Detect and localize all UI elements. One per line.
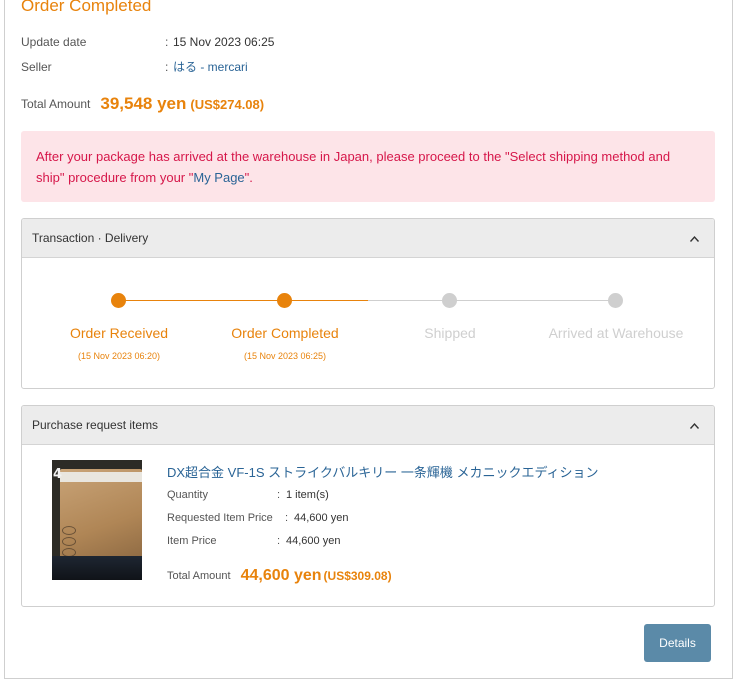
item-total-label: Total Amount (167, 570, 231, 582)
item-total-usd: (US$309.08) (323, 569, 392, 583)
order-total-row: Total Amount 39,548 yen (US$274.08) (21, 94, 264, 114)
chevron-up-icon[interactable] (689, 406, 700, 444)
warehouse-alert: After your package has arrived at the wa… (21, 131, 715, 202)
item-price-row: Item Price:44,600 yen (167, 535, 340, 547)
requested-price-label: Requested Item Price (167, 512, 273, 524)
item-total-row: Total Amount 44,600 yen (US$309.08) (167, 567, 392, 585)
item-requested-price-row: Requested Item Price:44,600 yen (167, 512, 348, 524)
step-dot-order-completed (277, 293, 292, 308)
order-status-title: Order Completed (21, 0, 152, 15)
delivery-progress-tracker: Order Received Order Completed Shipped A… (22, 258, 714, 388)
progress-line-completed (118, 300, 368, 301)
item-product-image[interactable]: 4 (52, 460, 142, 580)
step-dot-shipped (442, 293, 457, 308)
product-box-marks (62, 526, 82, 557)
seller-link[interactable]: はる - mercari (173, 60, 248, 74)
seller-label: Seller (21, 60, 52, 74)
order-page-frame: Order Completed Update date:15 Nov 2023 … (4, 0, 733, 679)
item-price-value: 44,600 yen (286, 535, 341, 547)
update-date-value: 15 Nov 2023 06:25 (173, 35, 275, 49)
separator: : (165, 35, 169, 49)
item-quantity-row: Quantity:1 item(s) (167, 489, 329, 501)
total-amount-yen: 39,548 yen (100, 94, 187, 113)
step-label-arrived-at-warehouse: Arrived at Warehouse (548, 325, 684, 341)
item-title-link[interactable]: DX超合金 VF-1S ストライクバルキリー 一条輝機 メカニックエディション (167, 462, 599, 481)
total-amount-label: Total Amount (21, 97, 91, 111)
my-page-link[interactable]: My Page (193, 170, 244, 185)
step-date-order-completed: (15 Nov 2023 06:25) (243, 351, 327, 361)
product-box-number: 4 (53, 467, 63, 482)
step-dot-order-received (111, 293, 126, 308)
separator: : (277, 535, 281, 547)
alert-text-after: ". (244, 170, 253, 185)
alert-text-before: After your package has arrived at the wa… (36, 149, 671, 185)
purchase-items-panel: Purchase request items 4 DX超合金 VF-1S ストラ… (21, 405, 715, 607)
transaction-panel: Transaction · Delivery Order Received Or… (21, 218, 715, 389)
transaction-panel-header[interactable]: Transaction · Delivery (22, 219, 714, 258)
separator: : (277, 489, 281, 501)
seller-row: Seller: はる - mercari (21, 58, 248, 75)
requested-price-value: 44,600 yen (294, 512, 349, 524)
quantity-label: Quantity (167, 489, 208, 501)
chevron-up-icon[interactable] (689, 219, 700, 257)
total-amount-usd: (US$274.08) (190, 96, 265, 112)
quantity-value: 1 item(s) (286, 489, 329, 501)
update-date-row: Update date:15 Nov 2023 06:25 (21, 35, 274, 49)
purchase-items-panel-header[interactable]: Purchase request items (22, 406, 714, 445)
transaction-panel-title: Transaction · Delivery (32, 231, 149, 245)
details-button[interactable]: Details (644, 624, 711, 662)
separator: : (285, 512, 289, 524)
purchase-items-panel-title: Purchase request items (32, 418, 159, 432)
item-price-label: Item Price (167, 535, 217, 547)
item-total-yen: 44,600 yen (240, 567, 322, 584)
progress-line-pending (368, 300, 616, 301)
purchase-item: 4 DX超合金 VF-1S ストライクバルキリー 一条輝機 メカニックエディショ… (22, 445, 714, 606)
product-box-strip (60, 472, 142, 482)
separator: : (165, 60, 169, 74)
product-image-shadow (52, 556, 142, 580)
step-dot-arrived-at-warehouse (608, 293, 623, 308)
update-date-label: Update date (21, 35, 87, 49)
